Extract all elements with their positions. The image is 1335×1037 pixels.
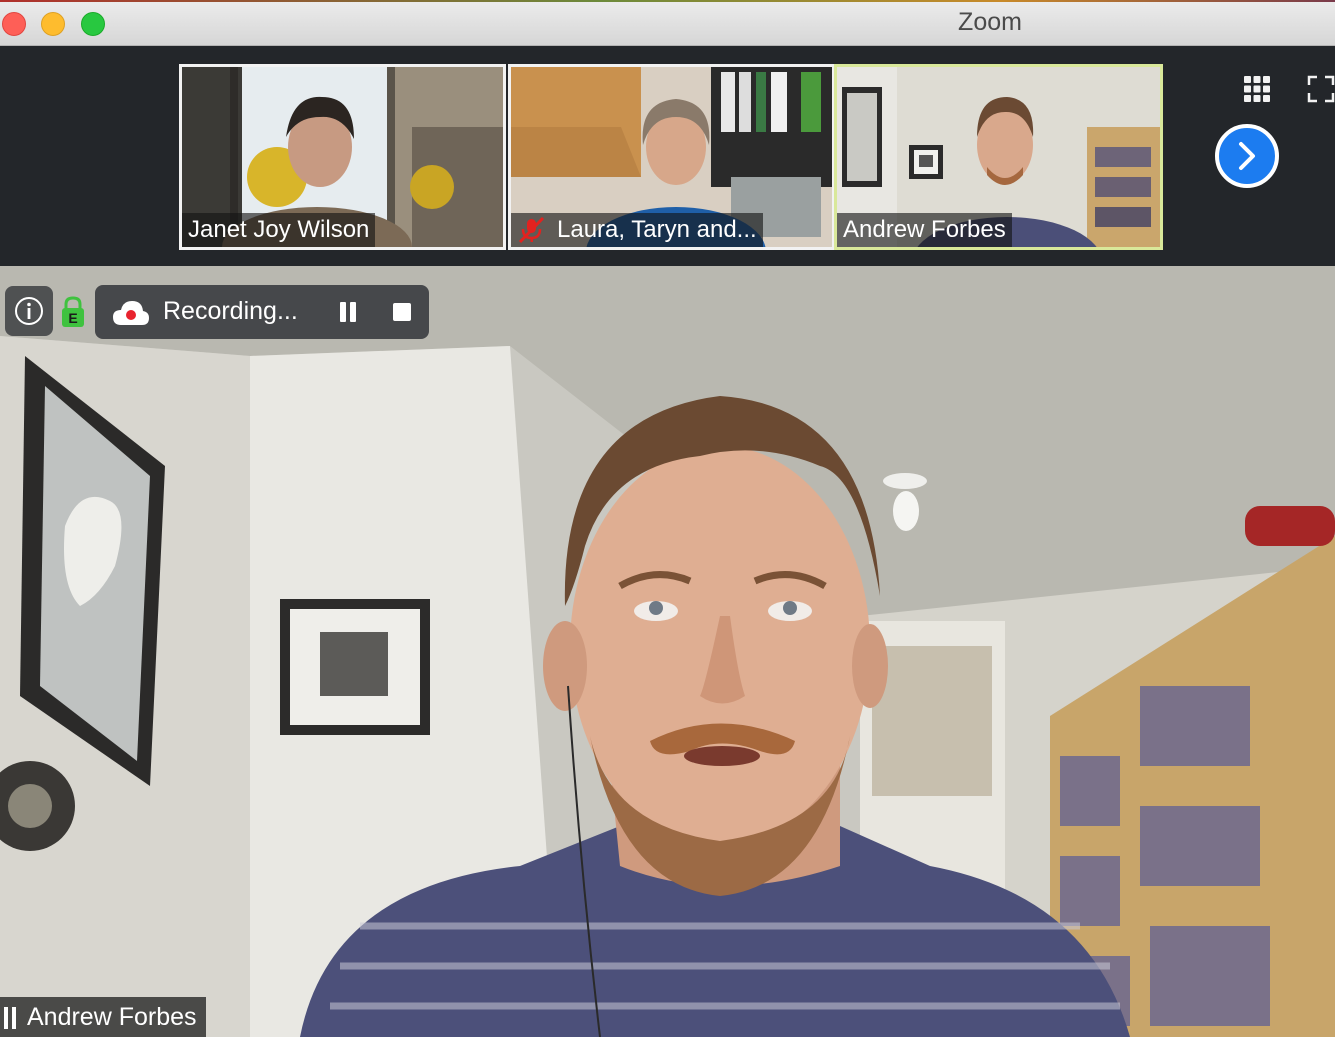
speaker-video-scene (0, 266, 1335, 1037)
close-window-button[interactable] (2, 12, 26, 36)
encryption-lock-icon[interactable]: E (61, 296, 85, 328)
participant-name-tag: Andrew Forbes (837, 213, 1012, 247)
participant-name: Laura, Taryn and... (557, 216, 757, 243)
participant-name-tag: Janet Joy Wilson (182, 213, 376, 247)
fullscreen-icon[interactable] (1307, 75, 1335, 103)
zoom-window-button[interactable] (81, 12, 105, 36)
title-bar: Zoom (0, 0, 1335, 46)
participant-name-tag: Laura, Taryn and... (511, 213, 763, 247)
next-participants-button[interactable] (1215, 124, 1279, 188)
meeting-info-button[interactable] (5, 286, 53, 336)
active-speaker-name-tag: Andrew Forbes (0, 997, 206, 1037)
participant-name: Janet Joy Wilson (188, 216, 370, 243)
audio-bars-icon (4, 1007, 16, 1029)
participant-tile-laura[interactable]: Laura, Taryn and... (508, 64, 835, 250)
pause-recording-icon[interactable] (337, 301, 359, 323)
stop-recording-icon[interactable] (392, 302, 412, 322)
participant-tile-janet[interactable]: Janet Joy Wilson (179, 64, 506, 250)
window-title: Zoom (958, 8, 1022, 36)
info-icon (15, 297, 43, 325)
svg-text:E: E (68, 310, 77, 326)
participant-name: Andrew Forbes (843, 216, 1006, 243)
recording-label: Recording... (163, 297, 298, 325)
participant-tile-andrew-active[interactable]: Andrew Forbes (834, 64, 1163, 250)
title-bar-accent (0, 0, 1335, 2)
gallery-view-grid-icon[interactable] (1243, 75, 1271, 103)
recording-panel: Recording... (95, 285, 429, 339)
minimize-window-button[interactable] (41, 12, 65, 36)
active-speaker-name: Andrew Forbes (27, 1002, 197, 1031)
muted-microphone-icon (518, 216, 545, 244)
active-speaker-video (0, 266, 1335, 1037)
cloud-record-icon (113, 301, 149, 325)
chevron-right-icon (1239, 142, 1255, 170)
